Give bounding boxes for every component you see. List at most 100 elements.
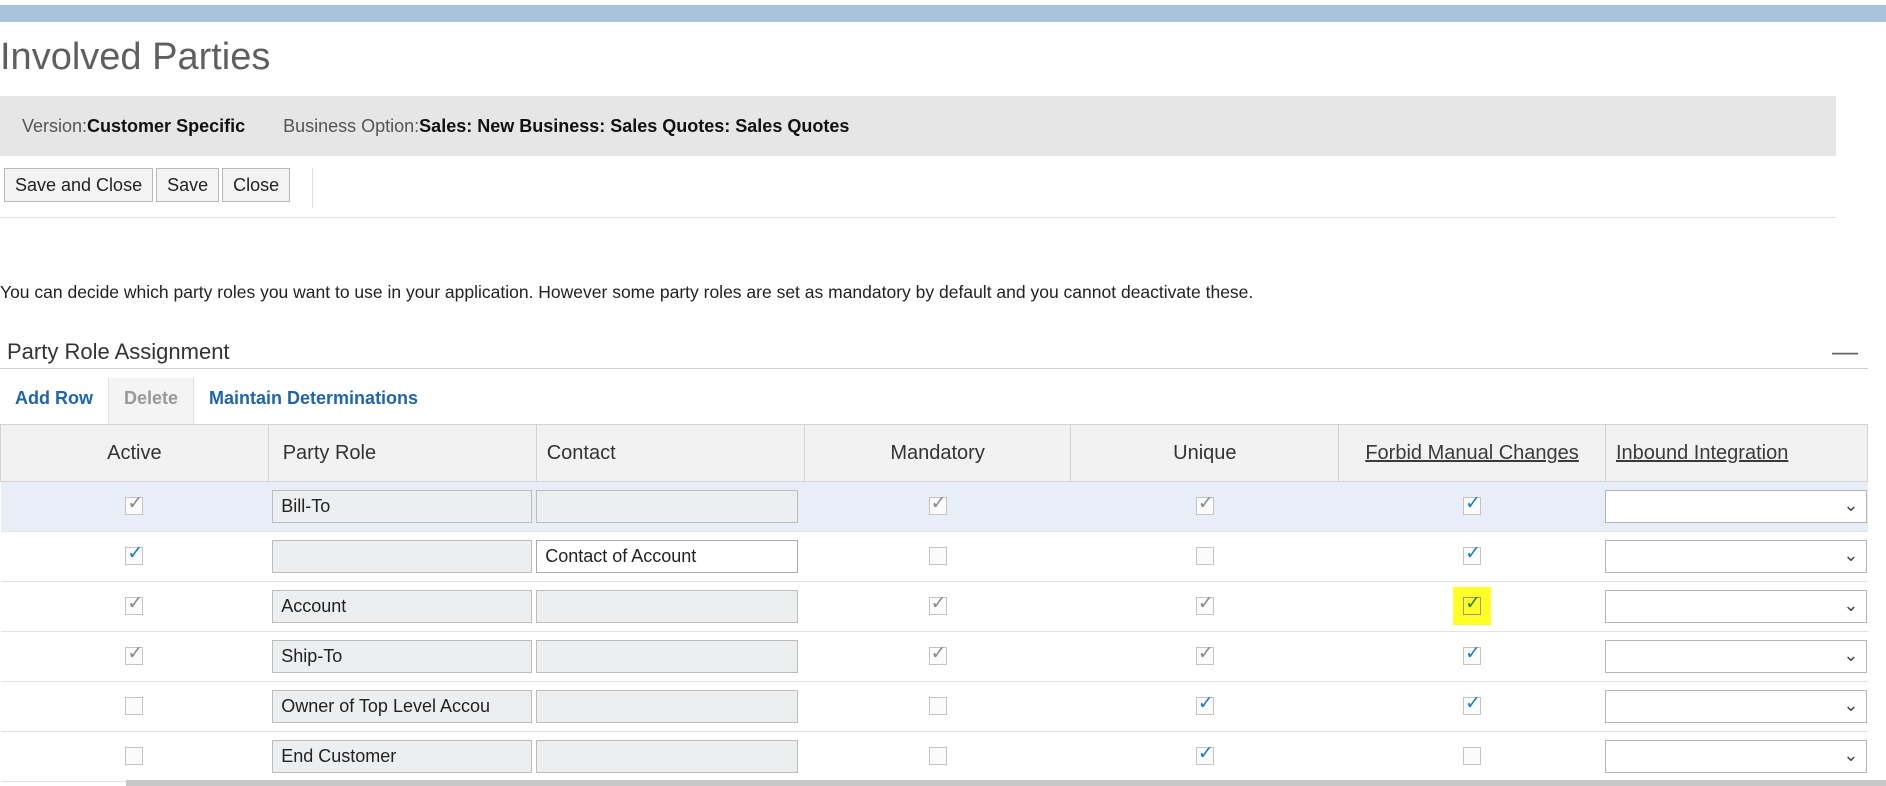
table-row[interactable]: Owner of Top Level Accou ✓ ✓ ⌄ [0, 681, 1868, 732]
chevron-down-icon[interactable]: ⌄ [1843, 545, 1858, 566]
checkmark-icon: ✓ [1197, 693, 1214, 715]
inbound-integration-select[interactable]: ⌄ [1605, 540, 1868, 573]
checkmark-icon: ✓ [1465, 693, 1481, 715]
checkmark-icon: ✓ [1197, 743, 1214, 765]
unique-checkbox[interactable]: ✓ [1195, 743, 1214, 766]
table-header-row: Active Party Role Contact Mandatory Uniq… [0, 424, 1869, 482]
chevron-down-icon[interactable]: ⌄ [1843, 695, 1858, 716]
active-checkbox[interactable] [125, 697, 144, 716]
info-bar: Version: Customer Specific Business Opti… [0, 96, 1836, 156]
party-role-field[interactable]: Bill-To [272, 490, 533, 523]
unique-checkbox[interactable] [1195, 547, 1214, 566]
forbid-checkbox[interactable]: ✓ [1463, 593, 1482, 616]
mandatory-checkbox[interactable]: ✓ [928, 643, 947, 666]
table-row[interactable]: ✓ Bill-To ✓ ✓ ✓ ⌄ [0, 481, 1868, 532]
active-checkbox[interactable]: ✓ [125, 543, 144, 566]
maintain-determinations-button[interactable]: Maintain Determinations [194, 378, 433, 424]
version-label: Version: [22, 115, 88, 136]
party-role-field[interactable]: Ship-To [272, 640, 533, 673]
inbound-integration-select[interactable]: ⌄ [1605, 490, 1868, 523]
toolbar: Save and Close Save Close [4, 168, 291, 202]
party-role-field[interactable]: Owner of Top Level Accou [272, 690, 533, 723]
header-inbound-integration[interactable]: Inbound Integration [1604, 424, 1869, 482]
active-checkbox[interactable]: ✓ [125, 493, 144, 516]
checkmark-icon: ✓ [127, 493, 144, 515]
table-actions: Add Row Delete Maintain Determinations [0, 378, 433, 424]
contact-field[interactable] [536, 740, 799, 773]
checkmark-icon: ✓ [127, 643, 144, 665]
checkmark-icon: ✓ [127, 593, 144, 615]
save-button[interactable]: Save [156, 168, 220, 202]
header-active[interactable]: Active [0, 424, 269, 482]
chevron-down-icon[interactable]: ⌄ [1843, 745, 1858, 766]
business-option-label: Business Option: [283, 115, 420, 136]
description-text: You can decide which party roles you wan… [0, 282, 1254, 302]
active-checkbox[interactable] [125, 747, 144, 766]
chevron-down-icon[interactable]: ⌄ [1843, 595, 1858, 616]
checkmark-icon: ✓ [1197, 593, 1214, 615]
forbid-checkbox[interactable]: ✓ [1463, 493, 1482, 516]
mandatory-checkbox[interactable]: ✓ [928, 593, 947, 616]
header-contact[interactable]: Contact [535, 424, 805, 482]
active-checkbox[interactable]: ✓ [125, 643, 144, 666]
mandatory-checkbox[interactable] [928, 547, 947, 566]
header-forbid-manual-changes[interactable]: Forbid Manual Changes [1338, 424, 1606, 482]
checkmark-icon: ✓ [1465, 593, 1481, 615]
inbound-integration-select[interactable]: ⌄ [1605, 640, 1868, 673]
table-row[interactable]: End Customer ✓ ⌄ [0, 731, 1868, 782]
toolbar-divider [312, 168, 313, 208]
contact-field[interactable] [536, 640, 799, 673]
checkmark-icon: ✓ [127, 543, 144, 565]
contact-field[interactable] [536, 490, 799, 523]
active-checkbox[interactable]: ✓ [125, 593, 144, 616]
checkmark-icon: ✓ [1197, 493, 1214, 515]
add-row-button[interactable]: Add Row [0, 378, 108, 424]
checkmark-icon: ✓ [930, 593, 947, 615]
version-value: Customer Specific [87, 115, 246, 136]
header-mandatory[interactable]: Mandatory [803, 424, 1072, 482]
forbid-checkbox[interactable]: ✓ [1463, 643, 1482, 666]
checkmark-icon: ✓ [1197, 643, 1214, 665]
mandatory-checkbox[interactable]: ✓ [928, 493, 947, 516]
table-row[interactable]: ✓ Contact of Account ✓ ⌄ [0, 531, 1868, 582]
chevron-down-icon[interactable]: ⌄ [1843, 645, 1858, 666]
table-row[interactable]: ✓ Account ✓ ✓ ✓ ⌄ [0, 581, 1868, 632]
table-row[interactable]: ✓ Ship-To ✓ ✓ ✓ ⌄ [0, 631, 1868, 682]
party-role-field[interactable]: Account [272, 590, 533, 623]
unique-checkbox[interactable]: ✓ [1195, 593, 1214, 616]
header-unique[interactable]: Unique [1070, 424, 1340, 482]
horizontal-scrollbar[interactable] [126, 780, 1886, 786]
checkmark-icon: ✓ [930, 493, 947, 515]
inbound-integration-select[interactable]: ⌄ [1605, 590, 1868, 623]
checkmark-icon: ✓ [1465, 643, 1481, 665]
mandatory-checkbox[interactable] [928, 747, 947, 766]
delete-button[interactable]: Delete [109, 378, 194, 424]
checkmark-icon: ✓ [930, 643, 947, 665]
mandatory-checkbox[interactable] [928, 697, 947, 716]
inbound-integration-select[interactable]: ⌄ [1605, 740, 1868, 773]
business-option-value: Sales: New Business: Sales Quotes: Sales… [419, 115, 850, 136]
checkmark-icon: ✓ [1465, 493, 1481, 515]
party-role-table: Active Party Role Contact Mandatory Uniq… [0, 424, 1869, 782]
unique-checkbox[interactable]: ✓ [1195, 493, 1214, 516]
forbid-checkbox[interactable]: ✓ [1463, 693, 1482, 716]
contact-field[interactable] [536, 590, 799, 623]
forbid-checkbox[interactable]: ✓ [1463, 543, 1482, 566]
section-title: Party Role Assignment [7, 339, 230, 364]
unique-checkbox[interactable]: ✓ [1195, 643, 1214, 666]
chevron-down-icon[interactable]: ⌄ [1843, 495, 1858, 516]
inbound-integration-select[interactable]: ⌄ [1605, 690, 1868, 723]
close-button[interactable]: Close [222, 168, 291, 202]
contact-field[interactable]: Contact of Account [536, 540, 799, 573]
minus-icon[interactable]: — [1832, 336, 1858, 367]
party-role-field[interactable] [272, 540, 533, 573]
party-role-field[interactable]: End Customer [272, 740, 533, 773]
page-title: Involved Parties [0, 36, 271, 78]
unique-checkbox[interactable]: ✓ [1195, 693, 1214, 716]
header-party-role[interactable]: Party Role [267, 424, 537, 482]
section-divider [0, 368, 1868, 369]
save-and-close-button[interactable]: Save and Close [4, 168, 154, 202]
contact-field[interactable] [536, 690, 799, 723]
forbid-checkbox[interactable] [1463, 747, 1482, 766]
checkmark-icon: ✓ [1465, 543, 1481, 565]
